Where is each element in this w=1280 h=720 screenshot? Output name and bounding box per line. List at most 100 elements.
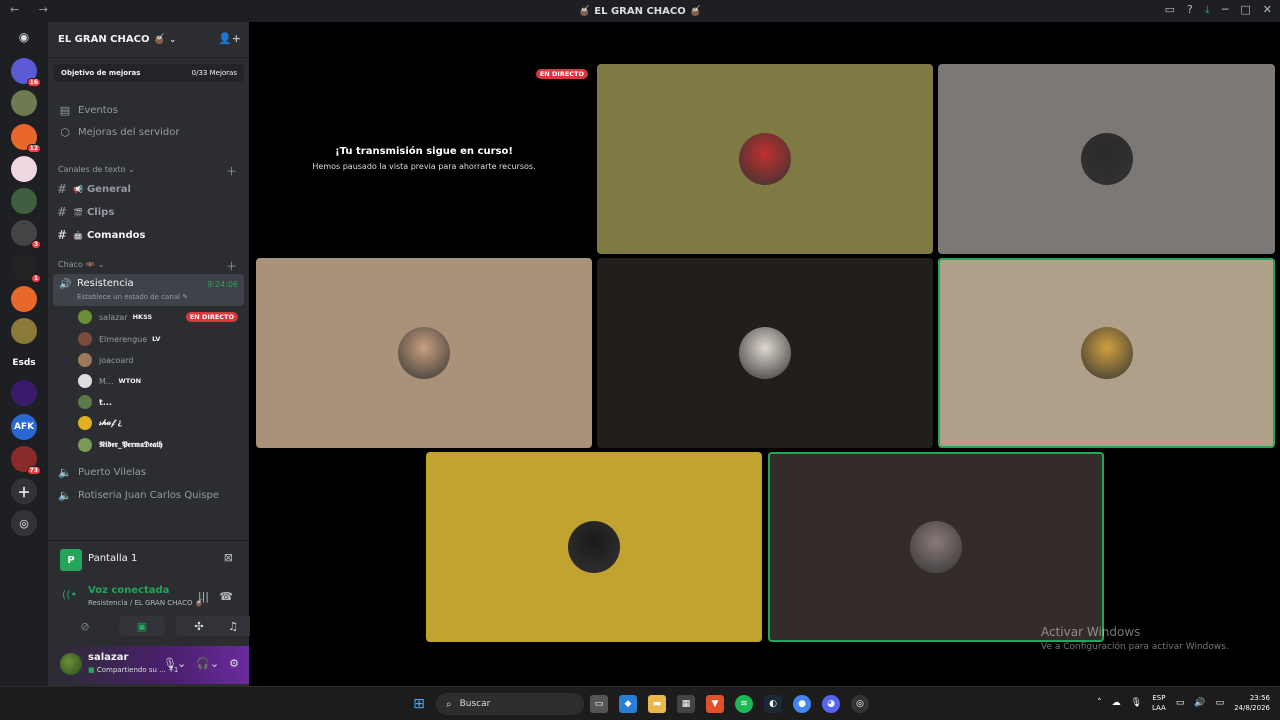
stop-share-icon[interactable]: ⊠ (224, 551, 233, 564)
server-icon[interactable]: 12 (11, 124, 41, 153)
noise-suppression-icon[interactable]: ||| (198, 590, 209, 603)
discord-home-icon[interactable]: ◉ (11, 24, 37, 50)
server-icon[interactable]: 3 (11, 220, 41, 249)
download-icon[interactable]: ⤓ (1205, 3, 1210, 17)
server-icon[interactable]: 1 (11, 254, 41, 283)
voice-user[interactable]: salazar HKSS EN DIRECTO (78, 308, 240, 326)
volume-icon[interactable]: 🔊 (1194, 698, 1205, 708)
explore-icon[interactable]: ◎ (11, 510, 37, 536)
voice-user-name: 𝓈𝒽𝓊𝒻 ¿ (99, 418, 123, 427)
participant-tile[interactable] (256, 258, 592, 448)
avatar (78, 310, 92, 324)
server-icon[interactable]: AFK (11, 414, 37, 440)
server-icon[interactable] (11, 156, 37, 182)
voice-user[interactable]: 𝓈𝒽𝓊𝒻 ¿ (78, 414, 240, 432)
boost-goal[interactable]: Objetivo de mejoras 0/33 Mejoras (54, 64, 244, 82)
voice-user-name: M... (99, 376, 114, 386)
pencil-icon[interactable]: ✎ (182, 293, 188, 301)
server-icon[interactable]: Esds (11, 350, 37, 376)
voice-user[interactable]: t... (78, 393, 240, 411)
store-app-icon[interactable]: ◆ (619, 695, 637, 713)
disconnect-icon[interactable]: ☎ (219, 590, 233, 603)
channel-comandos[interactable]: # 🤖 Comandos (53, 225, 243, 245)
voice-channel-puerto-vilelas[interactable]: 🔈 Puerto Vilelas (48, 462, 249, 482)
add-voice-channel-icon[interactable]: ＋ (226, 258, 237, 274)
steam-icon[interactable]: ◐ (764, 695, 782, 713)
events-item[interactable]: ▤ Eventos (48, 100, 249, 120)
unread-badge: 1 (30, 274, 41, 283)
obs-icon[interactable]: ◎ (851, 695, 869, 713)
hash-icon: # (56, 182, 68, 196)
avatar (739, 327, 791, 379)
participant-tile[interactable] (597, 258, 933, 448)
voice-user[interactable]: M... WTON (78, 372, 240, 390)
discord-icon[interactable]: ◕ (822, 695, 840, 713)
close-icon[interactable]: ✕ (1263, 3, 1272, 17)
own-stream-tile[interactable]: EN DIRECTO ¡Tu transmisión sigue en curs… (256, 64, 592, 254)
voice-category[interactable]: Chaco 🦇 ⌄ (58, 260, 105, 269)
server-icon[interactable] (11, 188, 37, 214)
brave-icon[interactable]: ▼ (706, 695, 724, 713)
network-icon[interactable]: ▭ (1176, 698, 1185, 708)
mic-tray-icon[interactable]: 🎙 (1131, 698, 1142, 708)
participant-tile[interactable] (426, 452, 762, 642)
voice-channel-rotiseria[interactable]: 🔈 Rotiseria Juan Carlos Quispe (48, 485, 249, 505)
spotify-icon[interactable]: ≋ (735, 695, 753, 713)
voice-channel-resistencia[interactable]: 🔊 Resistencia Establece un estado de can… (53, 274, 244, 306)
participant-tile[interactable] (938, 64, 1275, 254)
server-icon[interactable] (11, 380, 37, 406)
add-member-icon[interactable]: 👤+ (218, 32, 241, 45)
minimize-icon[interactable]: ─ (1222, 3, 1229, 17)
channel-general[interactable]: # 📢 General (53, 179, 243, 199)
voice-user[interactable]: Elmerengue LV (78, 330, 240, 348)
screen-share-thumbnail[interactable]: P (60, 549, 82, 571)
signal-icon[interactable]: ((• (62, 588, 77, 601)
server-icon[interactable]: 73 (11, 446, 41, 475)
participant-tile[interactable] (938, 258, 1275, 448)
settings-icon[interactable]: ⚙ (229, 657, 239, 670)
participant-tile[interactable] (597, 64, 933, 254)
guild-header[interactable]: EL GRAN CHACO 🧉 ⌄ 👤+ (48, 22, 249, 58)
avatar (1080, 133, 1133, 185)
microphone-icon[interactable]: 🎙⌄ (163, 657, 186, 670)
channel-sidebar: EL GRAN CHACO 🧉 ⌄ 👤+ Objetivo de mejoras… (48, 22, 256, 686)
headphones-icon[interactable]: 🎧⌄ (196, 657, 219, 670)
chrome-icon[interactable]: ● (793, 695, 811, 713)
add-server-icon[interactable]: ＋ (11, 478, 37, 504)
maximize-icon[interactable]: □ (1240, 3, 1250, 17)
camera-button[interactable]: ⊘ (62, 616, 108, 636)
voice-user[interactable]: joacoard (78, 351, 240, 369)
voice-connected-subtitle[interactable]: Resistencia / EL GRAN CHACO 🧉 (88, 599, 203, 607)
voice-connected-title[interactable]: Voz conectada (88, 585, 169, 596)
avatar[interactable] (60, 653, 82, 675)
channel-clips[interactable]: # 🎬 Clips (53, 202, 243, 222)
text-category[interactable]: Canales de texto ⌄ (58, 165, 135, 174)
add-channel-icon[interactable]: ＋ (226, 163, 237, 179)
microsoft-store-icon[interactable]: ▦ (677, 695, 695, 713)
server-icon[interactable] (11, 286, 37, 312)
battery-icon[interactable]: ▭ (1216, 698, 1225, 708)
file-explorer-icon[interactable]: ▬ (648, 695, 666, 713)
task-view-icon[interactable]: ▭ (590, 695, 608, 713)
server-icon[interactable]: 16 (11, 58, 41, 87)
user-status: Compartiendo su ... (96, 666, 166, 674)
language-indicator[interactable]: ESP LAA (1152, 693, 1166, 713)
live-badge[interactable]: EN DIRECTO (185, 312, 238, 322)
inbox-icon[interactable]: ▭ (1165, 3, 1175, 17)
server-boost-item[interactable]: ⬡ Mejoras del servidor (48, 122, 249, 142)
server-icon[interactable] (11, 90, 37, 116)
taskbar-search[interactable]: ⌕ Buscar (436, 693, 584, 715)
guild-name: EL GRAN CHACO 🧉 (58, 34, 166, 45)
server-icon[interactable] (11, 318, 37, 344)
speaker-icon: 🔈 (58, 465, 72, 479)
voice-user[interactable]: 𝕹𝖎𝖉𝖊𝖗_𝕻𝖊𝖗𝖒𝖆𝕯𝖊𝖆𝖙𝖍 (78, 436, 240, 454)
clan-tag: LV (152, 335, 161, 343)
participant-tile[interactable] (768, 452, 1104, 642)
screen-share-button[interactable]: ▣ (119, 616, 165, 636)
start-icon[interactable]: ⊞ (410, 695, 428, 713)
chevron-up-icon[interactable]: ˄ (1097, 698, 1102, 708)
clock[interactable]: 23:56 24/8/2026 (1234, 693, 1270, 713)
avatar (78, 395, 92, 409)
help-icon[interactable]: ? (1187, 3, 1193, 17)
weather-icon[interactable]: ☁ (1112, 698, 1121, 708)
